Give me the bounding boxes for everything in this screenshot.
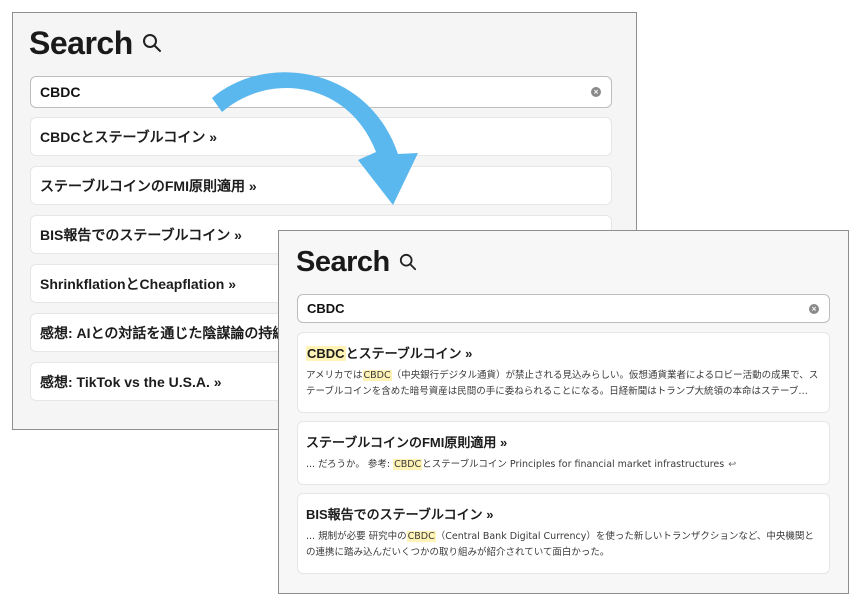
search-input[interactable]: CBDC × [297,294,830,323]
result-title[interactable]: 感想: TikTok vs the U.S.A. » [40,372,222,392]
snippet-text: ... 規制が必要 研究中の [306,531,407,542]
result-title[interactable]: BIS報告でのステーブルコイン » [40,225,242,245]
page-title: Search [296,245,390,278]
result-title[interactable]: 感想: AIとの対話を通じた陰謀論の持続的 [40,323,300,343]
search-input-value: CBDC [40,84,81,100]
list-item[interactable]: BIS報告でのステーブルコイン » ... 規制が必要 研究中のCBDC（Cen… [297,493,830,574]
search-input-value: CBDC [307,301,345,316]
page-title: Search [29,24,133,61]
result-snippet: アメリカではCBDC（中央銀行デジタル通貨）が禁止される見込みらしい。仮想通貨業… [306,368,821,400]
search-input[interactable]: CBDC × [30,76,612,108]
list-item[interactable]: CBDCとステーブルコイン » [30,117,612,156]
snippet-text: ... だろうか。 参考: [306,459,394,470]
title-highlight: CBDC [306,346,346,361]
snippet-highlight: CBDC [362,370,392,381]
snippet-highlight: CBDC [406,531,436,542]
title-row: Search [29,23,162,63]
return-icon: ↩ [728,459,737,470]
result-title[interactable]: ステーブルコインのFMI原則適用 » [306,432,821,451]
search-icon[interactable] [399,253,417,271]
search-icon[interactable] [142,33,162,53]
clear-icon[interactable]: × [591,87,601,97]
result-title[interactable]: CBDCとステーブルコイン » [306,343,821,362]
title-row: Search [296,244,417,280]
list-item[interactable]: ステーブルコインのFMI原則適用 » ... だろうか。 参考: CBDCとステ… [297,421,830,485]
result-title[interactable]: BIS報告でのステーブルコイン » [306,504,821,523]
search-window-front: Search CBDC × CBDCとステーブルコイン » アメリカではCBDC… [278,230,849,594]
result-snippet: ... だろうか。 参考: CBDCとステーブルコイン Principles f… [306,457,821,473]
snippet-highlight: CBDC [393,459,423,470]
result-title[interactable]: CBDCとステーブルコイン » [40,127,217,147]
clear-icon[interactable]: × [809,303,819,314]
snippet-text: アメリカでは [306,370,363,381]
list-item[interactable]: CBDCとステーブルコイン » アメリカではCBDC（中央銀行デジタル通貨）が禁… [297,332,830,413]
snippet-text: とステーブルコイン Principles for financial marke… [422,459,725,470]
result-title[interactable]: ステーブルコインのFMI原則適用 » [40,176,257,196]
result-list: CBDCとステーブルコイン » アメリカではCBDC（中央銀行デジタル通貨）が禁… [297,332,830,582]
result-snippet: ... 規制が必要 研究中のCBDC（Central Bank Digital … [306,529,821,561]
title-text: とステーブルコイン » [345,346,473,361]
result-title[interactable]: ShrinkflationとCheapflation » [40,274,236,294]
list-item[interactable]: ステーブルコインのFMI原則適用 » [30,166,612,205]
